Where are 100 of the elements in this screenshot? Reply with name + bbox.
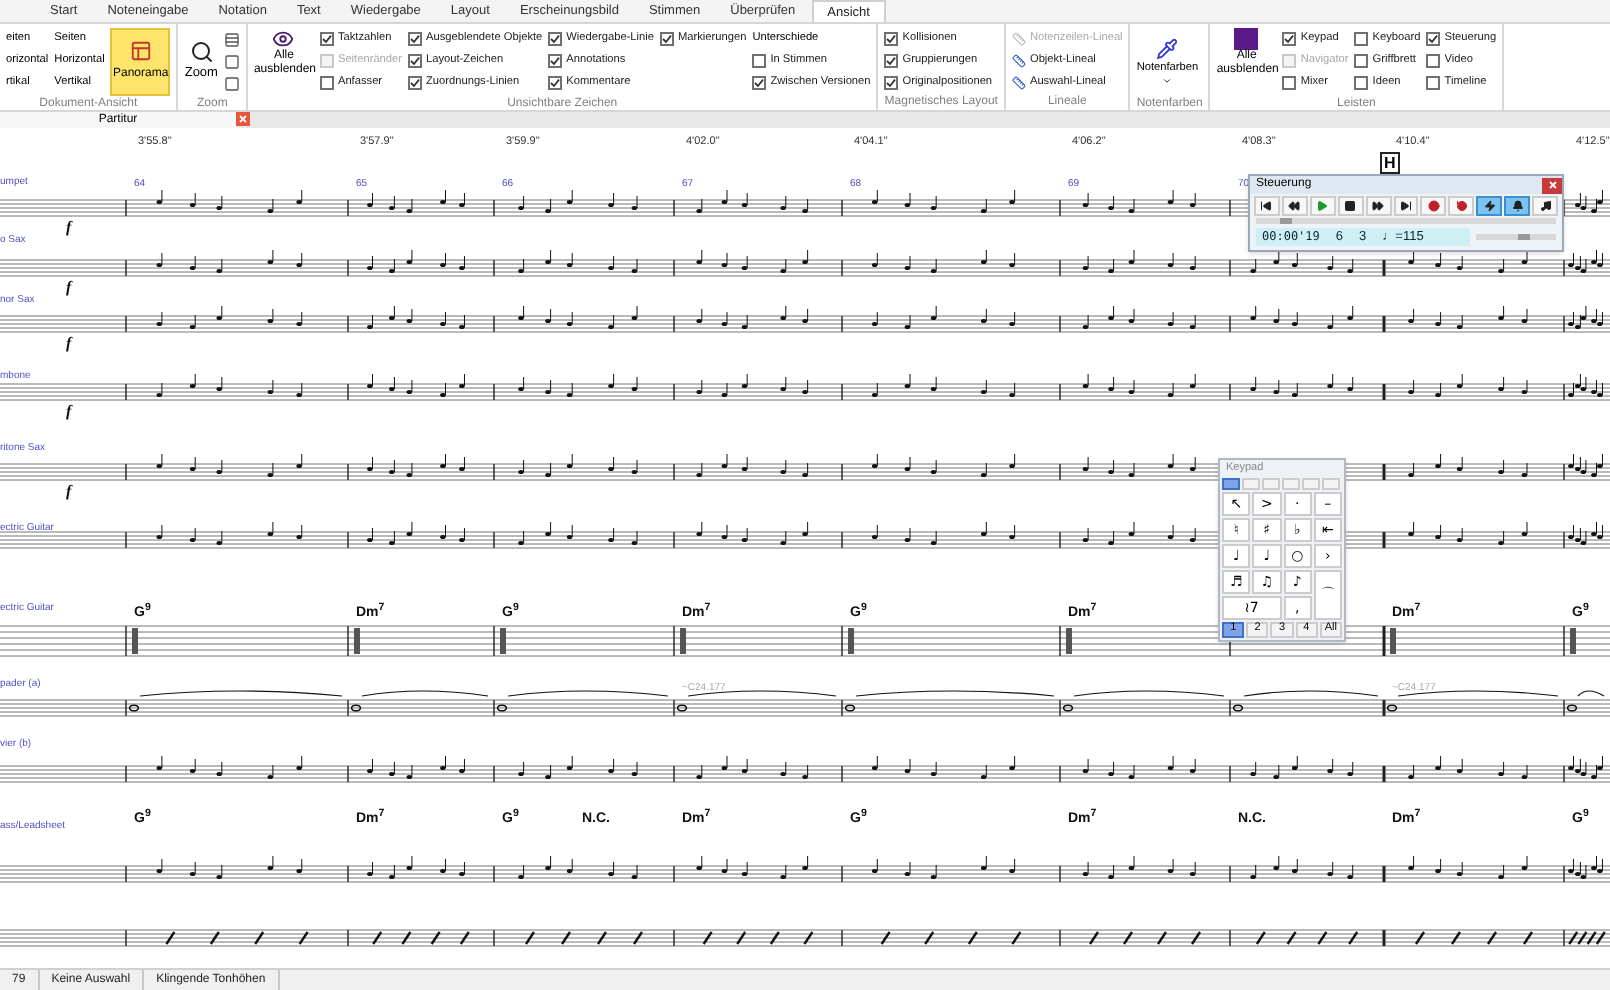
notes-drawing [518, 373, 638, 397]
panel-square-icon [1234, 28, 1259, 50]
notes-drawing [1566, 690, 1605, 712]
notes-drawing [367, 521, 465, 545]
notes-drawing [1568, 373, 1603, 397]
notes-drawing [696, 249, 809, 273]
checkbox[interactable] [1426, 32, 1441, 46]
checkbox[interactable] [884, 54, 899, 68]
notes-drawing [518, 305, 638, 329]
zoom-width-icon[interactable] [223, 54, 240, 70]
notes-drawing [525, 931, 643, 945]
zoom-page-icon[interactable] [223, 32, 240, 48]
notes-drawing [1082, 453, 1196, 477]
checkbox[interactable] [548, 54, 563, 68]
caret-icon [1162, 76, 1173, 87]
end-icon [1399, 200, 1412, 212]
notes-drawing [1408, 305, 1528, 329]
tempo-slider[interactable] [1476, 234, 1556, 240]
notes-drawing [132, 628, 138, 654]
notes-drawing [367, 755, 465, 779]
rewind-button[interactable] [1281, 196, 1308, 216]
checkbox[interactable] [319, 76, 334, 90]
start-button[interactable] [1254, 196, 1280, 216]
notes-drawing [1250, 373, 1354, 397]
checkbox[interactable] [1426, 54, 1441, 68]
checkbox[interactable] [319, 32, 334, 46]
notes-drawing [1089, 931, 1201, 945]
notes-drawing [500, 628, 506, 654]
record-button[interactable] [1420, 196, 1447, 216]
dynamic-marking: f [66, 332, 72, 356]
notes-drawing [696, 453, 809, 477]
notes-drawing [1082, 373, 1196, 397]
notes-drawing [1568, 855, 1603, 879]
notes-drawing [1082, 189, 1196, 213]
stop-button[interactable] [1337, 196, 1364, 216]
checkbox[interactable] [408, 54, 422, 68]
checkbox[interactable] [548, 76, 563, 90]
checkbox[interactable] [1282, 32, 1297, 46]
notes-drawing [1568, 931, 1606, 945]
notes-drawing [1408, 373, 1528, 397]
close-button[interactable] [1542, 177, 1562, 193]
checkbox[interactable] [408, 76, 422, 90]
checkbox[interactable] [408, 32, 422, 46]
notes-drawing [518, 855, 638, 879]
notes-drawing [1255, 931, 1359, 945]
forward-icon [1372, 200, 1385, 212]
notes-drawing [1250, 305, 1354, 329]
notes-drawing [367, 373, 465, 397]
notes-drawing [1568, 305, 1603, 329]
checkbox[interactable] [1354, 32, 1369, 46]
checkbox[interactable] [884, 76, 899, 90]
checkbox[interactable] [884, 32, 899, 46]
click-button[interactable] [1504, 196, 1531, 216]
checkbox[interactable] [1354, 54, 1369, 68]
dynamic-marking: f [66, 276, 72, 300]
end-button[interactable] [1393, 196, 1419, 216]
metronome-button[interactable] [1532, 196, 1558, 216]
zoom-fit-icon[interactable] [223, 76, 240, 92]
checkbox[interactable] [660, 32, 674, 46]
forward-button[interactable] [1365, 196, 1392, 216]
notes-drawing [367, 855, 465, 879]
notes-drawing [696, 305, 809, 329]
checkbox[interactable] [1426, 76, 1441, 90]
rehearsal-mark: H [1380, 152, 1400, 174]
checkbox[interactable] [752, 76, 767, 90]
notes-drawing [1415, 931, 1533, 945]
notes-drawing [1082, 755, 1196, 779]
record-icon [1427, 200, 1440, 212]
checkbox[interactable] [752, 54, 767, 68]
position-slider[interactable] [1256, 218, 1556, 224]
notes-drawing [1082, 855, 1196, 879]
notes-drawing [1390, 628, 1396, 654]
checkbox[interactable] [548, 32, 563, 46]
replay-button[interactable] [1448, 196, 1475, 216]
notes-drawing [1408, 855, 1528, 879]
notes-drawing [702, 931, 814, 945]
rewind-icon [1288, 200, 1301, 212]
notes-drawing [696, 755, 809, 779]
live-button[interactable] [1476, 196, 1503, 216]
notes-drawing [518, 189, 638, 213]
notes-drawing [518, 755, 638, 779]
close-icon[interactable] [236, 112, 250, 126]
notes-drawing [696, 373, 809, 397]
notes-drawing [696, 189, 809, 213]
notes-drawing [518, 453, 638, 477]
notes-drawing [1575, 189, 1603, 213]
dynamic-marking: f [66, 400, 72, 424]
notes-drawing [696, 855, 809, 879]
ruler-icon [1011, 76, 1026, 90]
notes-drawing [848, 628, 854, 654]
pipette-icon [1156, 37, 1179, 60]
notes-drawing [1250, 755, 1354, 779]
notes-drawing [1568, 453, 1603, 477]
notes-drawing [367, 453, 465, 477]
notes-drawing [1408, 521, 1528, 545]
checkbox[interactable] [1282, 76, 1297, 90]
checkbox[interactable] [1354, 76, 1369, 90]
close-icon [1547, 180, 1557, 190]
notes-drawing [518, 521, 638, 545]
dynamic-marking: f [66, 216, 72, 240]
